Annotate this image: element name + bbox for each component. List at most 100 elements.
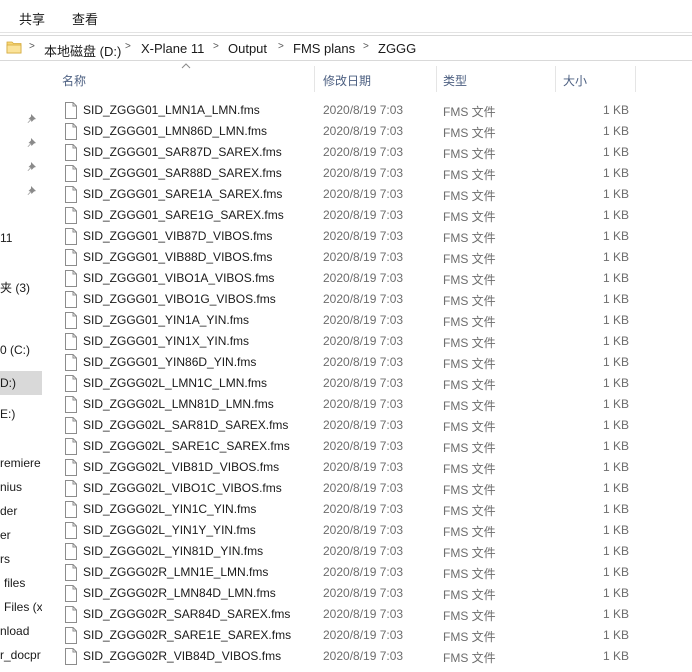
nav-item[interactable]: remiere — [0, 451, 42, 475]
pin-icon[interactable] — [26, 185, 38, 197]
nav-item[interactable]: der — [0, 499, 42, 523]
file-type: FMS 文件 — [443, 483, 496, 497]
nav-item[interactable]: r_docpr — [0, 643, 42, 667]
address-bar[interactable]: > 本地磁盘 (D:) > X-Plane 11 > Output > FMS … — [0, 35, 692, 61]
file-row[interactable]: SID_ZGGG02R_LMN1E_LMN.fms 2020/8/19 7:03 F… — [56, 562, 692, 583]
chevron-right-icon[interactable]: > — [278, 41, 284, 52]
file-row[interactable]: SID_ZGGG01_VIB88D_VIBOS.fms 2020/8/19 7:0… — [56, 247, 692, 268]
pin-icon[interactable] — [26, 161, 38, 173]
crumb-output[interactable]: Output — [228, 41, 267, 56]
file-row[interactable]: SID_ZGGG02L_YIN1C_YIN.fms 2020/8/19 7:03 F… — [56, 499, 692, 520]
file-date: 2020/8/19 7:03 — [323, 334, 404, 348]
file-row[interactable]: SID_ZGGG01_YIN86D_YIN.fms 2020/8/19 7:03 F… — [56, 352, 692, 373]
file-row[interactable]: SID_ZGGG01_VIBO1A_VIBOS.fms 2020/8/19 7:0… — [56, 268, 692, 289]
file-size: 1 KB — [602, 166, 629, 180]
file-size: 1 KB — [602, 439, 629, 453]
crumb-fms-plans[interactable]: FMS plans — [293, 41, 355, 56]
file-size: 1 KB — [602, 229, 629, 243]
nav-item[interactable]: er — [0, 523, 42, 547]
file-row[interactable]: SID_ZGGG01_LMN86D_LMN.fms 2020/8/19 7:03 F… — [56, 121, 692, 142]
file-row[interactable]: SID_ZGGG02L_VIBO1C_VIBOS.fms 2020/8/19 7:… — [56, 478, 692, 499]
crumb-zggg[interactable]: ZGGG — [378, 41, 416, 56]
file-type: FMS 文件 — [443, 504, 496, 518]
file-type: FMS 文件 — [443, 315, 496, 329]
file-date: 2020/8/19 7:03 — [323, 649, 404, 663]
file-date: 2020/8/19 7:03 — [323, 103, 404, 117]
file-name: SID_ZGGG02R_LMN1E_LMN.fms — [83, 565, 269, 579]
file-row[interactable]: SID_ZGGG01_SAR88D_SAREX.fms 2020/8/19 7:0… — [56, 163, 692, 184]
column-divider[interactable] — [314, 66, 315, 92]
file-row[interactable]: SID_ZGGG01_YIN1X_YIN.fms 2020/8/19 7:03 FM… — [56, 331, 692, 352]
nav-item[interactable]: 夹 (3) — [0, 274, 42, 298]
nav-item[interactable]: files — [0, 571, 42, 595]
file-date: 2020/8/19 7:03 — [323, 418, 404, 432]
nav-item[interactable]: Files (x — [0, 595, 42, 619]
nav-item-label: nius — [0, 480, 23, 494]
file-date: 2020/8/19 7:03 — [323, 145, 404, 159]
chevron-right-icon[interactable]: > — [213, 41, 219, 52]
column-divider[interactable] — [635, 66, 636, 92]
file-row[interactable]: SID_ZGGG01_VIBO1G_VIBOS.fms 2020/8/19 7:0… — [56, 289, 692, 310]
tab-share[interactable]: 共享 — [19, 9, 45, 28]
file-icon — [65, 585, 77, 602]
file-type: FMS 文件 — [443, 357, 496, 371]
file-row[interactable]: SID_ZGGG02L_YIN1Y_YIN.fms 2020/8/19 7:03 F… — [56, 520, 692, 541]
file-row[interactable]: SID_ZGGG02L_VIB81D_VIBOS.fms 2020/8/19 7:… — [56, 457, 692, 478]
nav-item-selected[interactable]: D:) — [0, 371, 42, 395]
file-date: 2020/8/19 7:03 — [323, 397, 404, 411]
tab-view[interactable]: 查看 — [72, 9, 98, 28]
file-row[interactable]: SID_ZGGG01_VIB87D_VIBOS.fms 2020/8/19 7:0… — [56, 226, 692, 247]
file-row[interactable]: SID_ZGGG01_LMN1A_LMN.fms 2020/8/19 7:03 FM… — [56, 100, 692, 121]
column-divider[interactable] — [436, 66, 437, 92]
nav-item[interactable]: rs — [0, 547, 42, 571]
chevron-right-icon[interactable]: > — [125, 41, 131, 52]
file-icon — [65, 543, 77, 560]
nav-item[interactable]: 11 — [0, 226, 42, 250]
ribbon: 共享 查看 — [0, 0, 692, 33]
pin-icon[interactable] — [26, 113, 38, 125]
file-size: 1 KB — [602, 544, 629, 558]
nav-item[interactable]: E:) — [0, 402, 42, 426]
column-size[interactable]: 大小 — [563, 72, 587, 89]
file-date: 2020/8/19 7:03 — [323, 439, 404, 453]
file-type: FMS 文件 — [443, 567, 496, 581]
file-row[interactable]: SID_ZGGG01_SARE1G_SAREX.fms 2020/8/19 7:0… — [56, 205, 692, 226]
file-size: 1 KB — [602, 250, 629, 264]
address-box[interactable]: > 本地磁盘 (D:) > X-Plane 11 > Output > FMS … — [0, 35, 692, 61]
file-row[interactable]: SID_ZGGG02L_LMN81D_LMN.fms 2020/8/19 7:03… — [56, 394, 692, 415]
file-row[interactable]: SID_ZGGG01_YIN1A_YIN.fms 2020/8/19 7:03 FM… — [56, 310, 692, 331]
nav-item[interactable]: nius — [0, 475, 42, 499]
file-size: 1 KB — [602, 208, 629, 222]
crumb-drive[interactable]: 本地磁盘 (D:) — [44, 41, 121, 60]
column-divider[interactable] — [555, 66, 556, 92]
file-row[interactable]: SID_ZGGG02R_LMN84D_LMN.fms 2020/8/19 7:03… — [56, 583, 692, 604]
file-date: 2020/8/19 7:03 — [323, 208, 404, 222]
file-row[interactable]: SID_ZGGG02R_VIB84D_VIBOS.fms 2020/8/19 7:… — [56, 646, 692, 667]
file-name: SID_ZGGG02R_SARE1E_SAREX.fms — [83, 628, 292, 642]
file-row[interactable]: SID_ZGGG01_SAR87D_SAREX.fms 2020/8/19 7:0… — [56, 142, 692, 163]
file-row[interactable]: SID_ZGGG02R_SARE1E_SAREX.fms 2020/8/19 7:… — [56, 625, 692, 646]
file-row[interactable]: SID_ZGGG02L_LMN1C_LMN.fms 2020/8/19 7:03 F… — [56, 373, 692, 394]
pin-icon[interactable] — [26, 137, 38, 149]
column-name[interactable]: 名称 — [62, 72, 86, 89]
file-row[interactable]: SID_ZGGG02L_SAR81D_SAREX.fms 2020/8/19 7:… — [56, 415, 692, 436]
nav-item[interactable]: nload — [0, 619, 42, 643]
file-name: SID_ZGGG02L_YIN1Y_YIN.fms — [83, 523, 256, 537]
file-size: 1 KB — [602, 649, 629, 663]
column-date[interactable]: 修改日期 — [323, 72, 371, 89]
crumb-xplane[interactable]: X-Plane 11 — [141, 41, 204, 56]
file-name: SID_ZGGG02L_LMN1C_LMN.fms — [83, 376, 268, 390]
file-row[interactable]: SID_ZGGG02R_SAR84D_SAREX.fms 2020/8/19 7:… — [56, 604, 692, 625]
column-type[interactable]: 类型 — [443, 72, 467, 89]
chevron-right-icon[interactable]: > — [363, 41, 369, 52]
file-row[interactable]: SID_ZGGG01_SARE1A_SAREX.fms 2020/8/19 7:0… — [56, 184, 692, 205]
file-row[interactable]: SID_ZGGG02L_SARE1C_SAREX.fms 2020/8/19 7:… — [56, 436, 692, 457]
file-icon — [65, 144, 77, 161]
file-icon — [65, 102, 77, 119]
file-icon — [65, 165, 77, 182]
file-size: 1 KB — [602, 418, 629, 432]
file-icon — [65, 270, 77, 287]
chevron-right-icon[interactable]: > — [29, 41, 35, 52]
nav-item[interactable]: 0 (C:) — [0, 338, 42, 362]
file-row[interactable]: SID_ZGGG02L_YIN81D_YIN.fms 2020/8/19 7:03… — [56, 541, 692, 562]
